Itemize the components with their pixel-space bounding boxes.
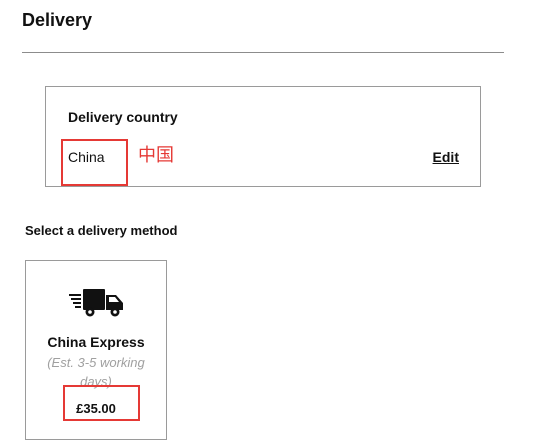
- price-highlight-box: [63, 385, 140, 421]
- truck-icon: [69, 289, 123, 317]
- page-title: Delivery: [22, 10, 93, 30]
- delivery-method-heading: Select a delivery method: [25, 223, 178, 238]
- country-annotation: 中国: [138, 145, 174, 166]
- title-divider: [22, 52, 504, 53]
- country-highlight-box: [61, 139, 128, 186]
- delivery-method-name: China Express: [47, 334, 145, 350]
- edit-country-link[interactable]: Edit: [433, 149, 459, 165]
- delivery-country-heading: Delivery country: [68, 109, 178, 125]
